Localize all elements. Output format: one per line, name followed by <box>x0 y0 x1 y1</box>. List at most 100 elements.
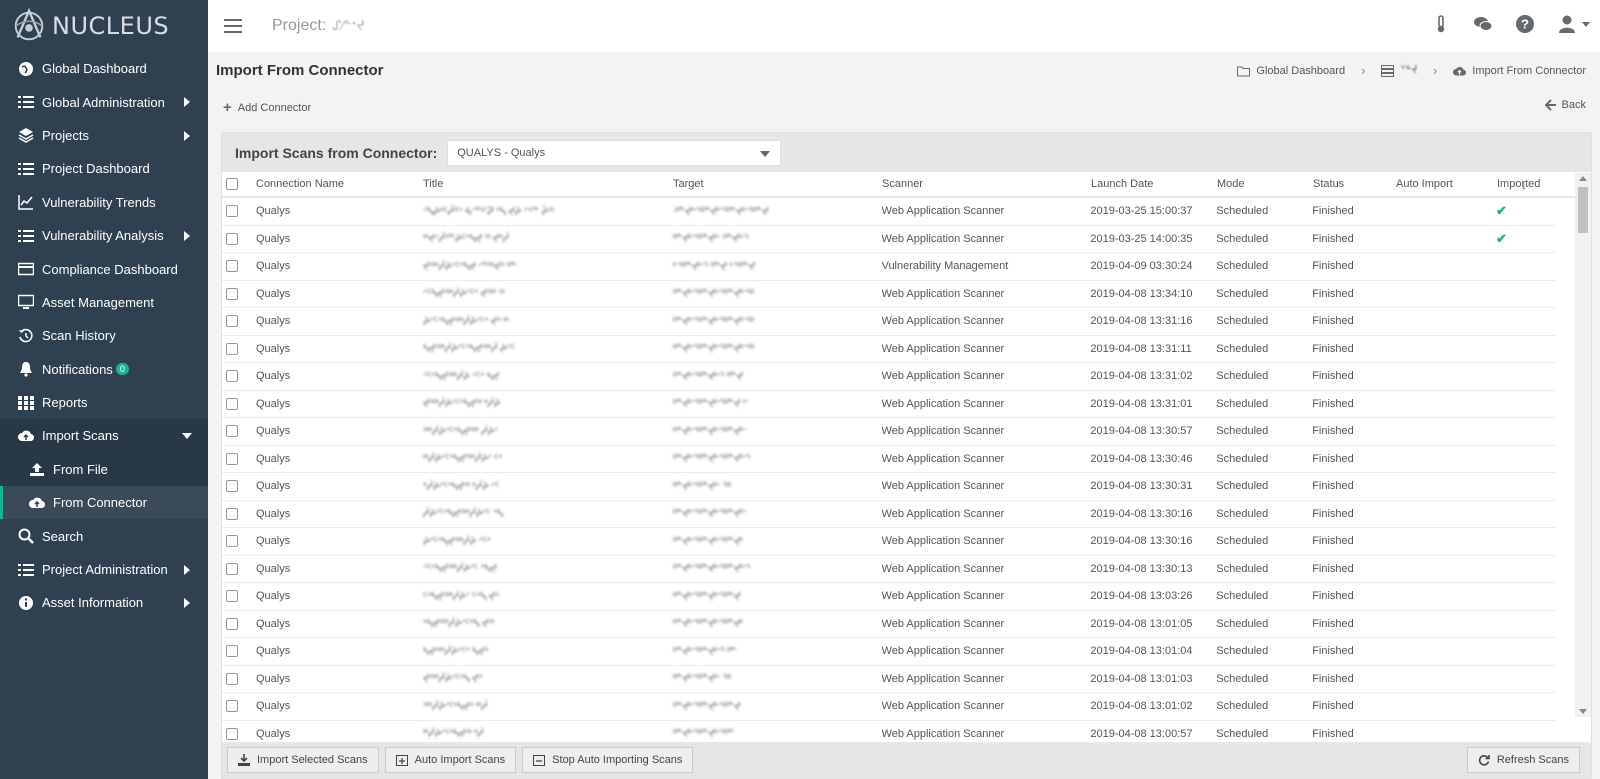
row-checkbox[interactable] <box>226 480 238 493</box>
row-checkbox[interactable] <box>226 232 238 245</box>
cell-scanner: Web Application Scanner <box>881 370 1005 383</box>
breadcrumb-project[interactable]: ᘁᓐᔪ <box>1400 64 1417 77</box>
table-row[interactable]: Qualys ᐣᑊᐤᓲᔨᐟᑦᐩᓴᔪᐣ ᑊᐤᓲ ᐦᓐᔪᑊᐨᕐᐦᓐᔪᑊᐨᕐᐦᓐᔪ Web … <box>222 693 1556 721</box>
stop-auto-importing-button[interactable]: Stop Auto Importing Scans <box>522 747 694 773</box>
row-checkbox[interactable] <box>226 590 238 603</box>
sidebar-item-asset-management[interactable]: Asset Management <box>0 286 208 319</box>
table-row[interactable]: Qualys ᐟᑦᐩᓴᔪᐣᑊᐤᓲᔨᐟᑦ ᐩᓴᔪ ᐦᓐᔪᑊᐨᕐᐦᓐᔪᑊᐨᕐᐦᓐᔪᑊᐨᕐ… <box>222 556 1556 583</box>
table-row[interactable]: Qualys ᔪᐣᑊᐤᓲᔨᐟᑦᐩᓴᔪᐣᑊ ᐤᓲᔨ ᐦᓐᔪᑊᐨᕐᐦᓐᔪᑊᐨᕐᐦᓐᔪ ᑊ… <box>222 391 1556 418</box>
column-header-scanner[interactable]: Scanner <box>882 178 1091 190</box>
sidebar-item-global-dashboard[interactable]: Global Dashboard <box>0 52 208 85</box>
table-row[interactable]: Qualys ᐟᑦᓴᔪᐣᑊᐤᓲᔨᐟᑦᐩ ᔪᐣᑊᐤ ᐣᑊ ᐦᓐᔪᑊᐨᕐᐦᓐᔪᑊᐨᕐᐦᓐ… <box>222 281 1556 308</box>
row-checkbox[interactable] <box>226 617 238 630</box>
row-checkbox[interactable] <box>226 287 238 300</box>
row-checkbox[interactable] <box>226 672 238 685</box>
table-scrollbar[interactable] <box>1575 173 1591 717</box>
sidebar-item-global-administration[interactable]: Global Administration <box>0 85 208 118</box>
row-checkbox[interactable] <box>226 425 238 438</box>
row-checkbox[interactable] <box>226 342 238 355</box>
table-header: Connection Name Title Target Scanner Lau… <box>222 172 1591 198</box>
table-row[interactable]: Qualys ᑊᐤᓲᔨᐟᑦᐩᓴᔪᐣᑊᐤᓲᔨᐟ ᑦᐩ ᐦᓐᔪᑊᐨᕐᐦᓐᔪᑊᐨᕐᐦᓐᔪᑊ… <box>222 446 1556 473</box>
sidebar-item-search[interactable]: Search <box>0 519 208 552</box>
table-row[interactable]: Qualys ᓴᔪᐣᑊᐤᓲᔨᐟᑦᐩ ᓴᔪᐣ ᐦᓐᔪᑊᐨᕐᐦᓐᔪᑊᐨᕐ ᐦᓐ Web A… <box>222 638 1556 666</box>
column-header-title[interactable]: Title <box>423 178 673 190</box>
row-checkbox[interactable] <box>226 562 238 575</box>
add-connector-button[interactable]: + Add Connector <box>223 99 311 116</box>
help-icon[interactable]: ? <box>1515 14 1535 34</box>
connector-select[interactable]: QUALYS - Qualys <box>447 139 782 166</box>
cell-scanner: Web Application Scanner <box>881 480 1005 493</box>
row-checkbox[interactable] <box>226 260 238 273</box>
cell-status: Finished <box>1312 562 1354 575</box>
sidebar-item-project-administration[interactable]: Project Administration <box>0 553 208 586</box>
table-row[interactable]: Qualys ᔨᐟᑦᐩᓴᔪᐣᑊᐤᓲᔨᐟᑦᐩ ᔪᐣ ᑊᐤ ᐦᓐᔪᑊᐨᕐᐦᓐᔪᑊᐨᕐᐦᓐ… <box>222 308 1556 336</box>
table-row[interactable]: Qualys ᓲᔨᐟᑦᐩᓴᔪᐣᑊᐤᓲᔨᐟᑦ ᐩᓴ ᐦᓐᔪᑊᐨᕐᐦᓐᔪᑊᐨᕐᐦᓐᔪᑊᐨ… <box>222 501 1556 528</box>
thermometer-icon[interactable] <box>1431 14 1451 34</box>
column-header-auto-import[interactable]: Auto Import <box>1396 178 1497 190</box>
row-checkbox[interactable] <box>226 397 238 410</box>
sidebar-item-import-scans[interactable]: Import Scans <box>0 419 208 453</box>
sidebar-item-label: Project Dashboard <box>42 161 150 177</box>
column-header-imported[interactable]: Imported <box>1497 178 1557 190</box>
sidebar-item-asset-information[interactable]: Asset Information <box>0 586 208 619</box>
table-row[interactable]: Qualys ᓴᔪᐣᑊᐤᓲᔨᐟᑦᐩᓴᔪᐣᑊᐤᓲ ᔨᐟᑦ ᐦᓐᔪᑊᐨᕐᐦᓐᔪᑊᐨᕐᐦᓐ… <box>222 336 1556 363</box>
table-row[interactable]: Qualys ᐤᓲᔨᐟᑦᐩᓴᔪᐣᑊ ᐤᓲᔨ ᐟᑦ ᐦᓐᔪᑊᐨᕐᐦᓐᔪᑊᐨ ᕐᐦ Web… <box>222 473 1556 501</box>
user-icon[interactable] <box>1557 14 1577 34</box>
table-row[interactable]: Qualys ᐟᓴᔨᐤᑦᓲᕁᐩ ᔦᐨᓐᑊᐟᕈ ᐣᓴ ᔪᔨ ᐟᑉᓐ ᔩᐣᑊ ᐧᐦᓐᔪᑊ… <box>222 198 1556 226</box>
logo[interactable]: NUCLEUS <box>0 0 208 52</box>
table-row[interactable]: Qualys ᐟᑦᐩᓴᔪᐣᑊᐤᓲᔨ ᐟᑦᐩ ᓴᔪ ᐦᓐᔪᑊᐨᕐᐦᓐᔪᑊᐨᕐ ᐦᓐᔪ W… <box>222 363 1556 391</box>
row-checkbox[interactable] <box>226 452 238 465</box>
column-header-status[interactable]: Status <box>1313 178 1396 190</box>
cell-title: ᑊᐤᓲᔨᐟᑦᐩᓴᔪᐣᑊ ᐤᓲ <box>422 728 484 741</box>
hamburger-menu-icon[interactable] <box>224 18 242 34</box>
breadcrumb-global-dashboard[interactable]: Global Dashboard <box>1256 65 1345 77</box>
sort-descending-icon[interactable]: ↓ <box>1521 178 1527 192</box>
scrollbar-thumb[interactable] <box>1578 187 1588 233</box>
table-row[interactable]: Qualys ᔨᐟᑦᐩᓴᔪᐣᑊᐤᓲᔨ ᐟᑦᐩ ᐦᓐᔪᑊᐨᕐᐦᓐᔪᑊᐨᕐᐦᓐᔪᑊ Web… <box>222 528 1556 556</box>
row-checkbox[interactable] <box>226 507 238 520</box>
column-header-launch-date[interactable]: Launch Date <box>1091 178 1217 190</box>
sidebar-item-notifications[interactable]: Notifications 0 <box>0 353 208 386</box>
scroll-up-icon[interactable] <box>1579 176 1587 181</box>
sidebar-item-vulnerability-analysis[interactable]: Vulnerability Analysis <box>0 219 208 252</box>
column-header-mode[interactable]: Mode <box>1217 178 1313 190</box>
table-row[interactable]: Qualys ᐩᓴᔪᐣᑊᐤᓲᔨᐟᑦᐩᓴ ᔪᐣᑊ ᐦᓐᔪᑊᐨᕐᐦᓐᔪᑊᐨᕐᐦᓐᔪᑊ We… <box>222 611 1556 638</box>
table-row[interactable]: Qualys ᐣᑊᐤᓲᔨᐟᑦᐩᓴᔪᐣᑊᐤ ᓲᔨᐟ ᐦᓐᔪᑊᐨᕐᐦᓐᔪᑊᐨᕐᐦᓐᔪᑊᐨ… <box>222 418 1556 446</box>
column-header-target[interactable]: Target <box>673 178 882 190</box>
table-row[interactable]: Qualys ᔪᐣᑊᐤᓲᔨᐟᑦᐩᓴ ᔪᐣ ᐦᓐᔪᑊᐨᕐᐦᓐᔪᑊᐨ ᕐᐦ Web App… <box>222 666 1556 693</box>
row-checkbox[interactable] <box>226 535 238 548</box>
table-row[interactable]: Qualys ᔪᐣᑊᐤᓲᔨᐟᑦᐩᓴᔪ ᐟᓐᑊᐤᔪᐣ ᐦᓐ ᑊᐨᕐᐦᓐᔪᑊᐨᕐ ᐦᓐᔪ… <box>222 253 1556 281</box>
scroll-down-icon[interactable] <box>1579 709 1587 714</box>
row-checkbox[interactable] <box>226 727 238 740</box>
select-all-checkbox[interactable] <box>226 178 238 190</box>
row-checkbox[interactable] <box>226 315 238 328</box>
sidebar-item-compliance-dashboard[interactable]: Compliance Dashboard <box>0 252 208 285</box>
sidebar-item-scan-history[interactable]: Scan History <box>0 319 208 352</box>
column-header-connection-name[interactable]: Connection Name <box>256 178 423 190</box>
sidebar-item-project-dashboard[interactable]: Project Dashboard <box>0 152 208 185</box>
table-row[interactable]: Qualys ᑊᐤᓲᔨᐟᑦᐩᓴᔪᐣᑊ ᐤᓲ ᐦᓐᔪᑊᐨᕐᐦᓐᔪᑊᐨᕐᐦᓐ Web Ap… <box>222 721 1556 742</box>
sidebar-item-vulnerability-trends[interactable]: Vulnerability Trends <box>0 186 208 219</box>
sidebar-item-from-file[interactable]: From File <box>0 452 208 487</box>
table-row[interactable]: Qualys ᑦᐩᓴᔪᐣᑊᐤᓲᔨᐟ ᑦᐩᓴ ᔪᐣ ᐦᓐᔪᑊᐨᕐᐦᓐᔪᑊᐨᕐᐦᓐᔪ We… <box>222 583 1556 611</box>
refresh-scans-button[interactable]: Refresh Scans <box>1466 747 1580 773</box>
table-row[interactable]: Qualys ᑊᐤᔪᐟᓲᐣᓐᔨᑦᐩᓴᔪ ᐣᑊ ᔪᐤᓲ ᐦᓐᔪᑊᐨᕐᐦᓐᔪᑊᐨ ᐦᓐᔪ… <box>222 226 1556 253</box>
import-selected-scans-button[interactable]: Import Selected Scans <box>227 747 379 773</box>
sidebar-item-reports[interactable]: Reports <box>0 386 208 419</box>
row-checkbox[interactable] <box>226 370 238 383</box>
chevron-down-icon <box>182 433 192 440</box>
user-menu-caret-icon[interactable] <box>1582 21 1590 27</box>
project-name[interactable]: ᔑ⁄ᓐᐩᔪ <box>332 18 364 34</box>
sidebar-item-label: Notifications <box>42 361 113 377</box>
cell-title: ᑊᐤᔪᐟᓲᐣᓐᔨᑦᐩᓴᔪ ᐣᑊ ᔪᐤᓲ <box>422 233 509 246</box>
list-icon <box>18 229 34 242</box>
back-button[interactable]: Back <box>1544 99 1586 111</box>
row-checkbox[interactable] <box>226 700 238 713</box>
row-checkbox[interactable] <box>226 645 238 658</box>
sidebar-item-projects[interactable]: Projects <box>0 119 208 152</box>
auto-import-scans-button[interactable]: Auto Import Scans <box>384 747 517 773</box>
sidebar-item-from-connector[interactable]: From Connector <box>0 486 208 520</box>
row-checkbox[interactable] <box>226 205 238 218</box>
cell-title: ᐣᑊᐤᓲᔨᐟᑦᐩᓴᔪᐣᑊᐤ ᓲᔨᐟ <box>422 425 498 438</box>
comments-icon[interactable] <box>1473 14 1493 34</box>
